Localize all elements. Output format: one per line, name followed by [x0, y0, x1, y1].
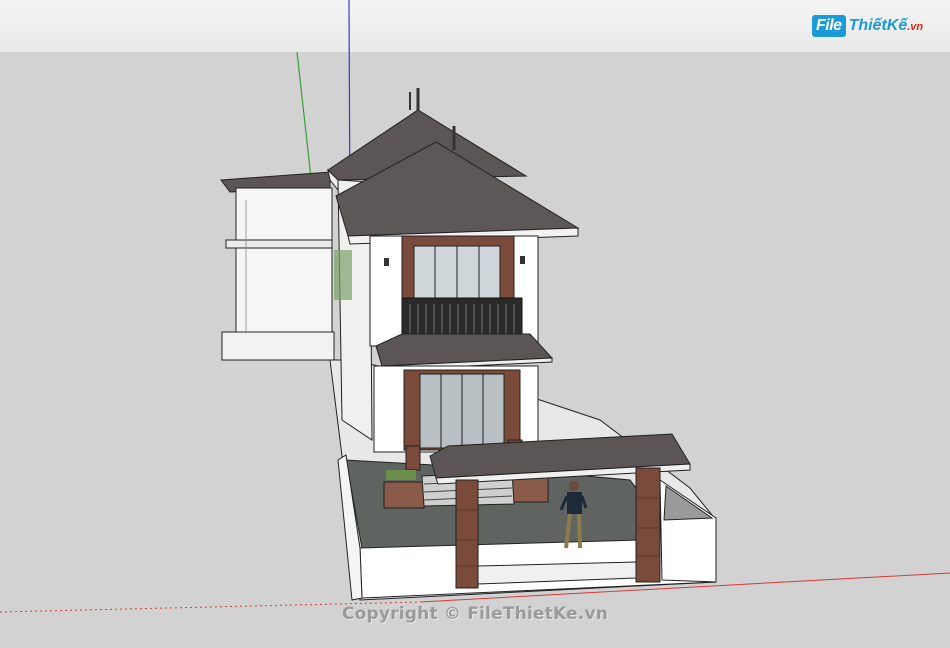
- upper-facade: [369, 235, 539, 347]
- filethietke-logo: File ThiếtKế.vn: [812, 12, 923, 40]
- copyright-watermark: Copyright © FileThietKe.vn: [341, 604, 609, 624]
- axis-green: [296, 51, 312, 179]
- logo-mark: File: [812, 15, 846, 37]
- annex-building: [220, 171, 335, 361]
- model-viewport[interactable]: [0, 0, 950, 648]
- logo-name: ThiếtKế.vn: [848, 17, 924, 34]
- mid-roof: [375, 333, 554, 371]
